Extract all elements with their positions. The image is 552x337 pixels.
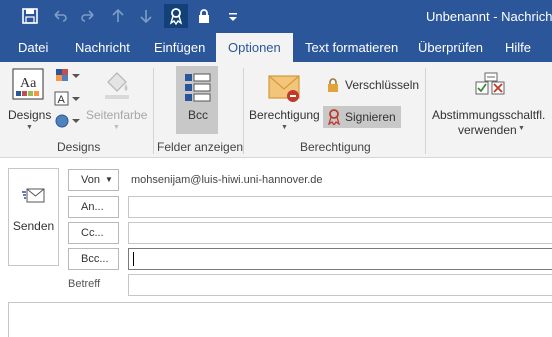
page-color-caret: ▼ xyxy=(113,124,120,131)
permission-label: Berechtigung xyxy=(249,108,320,122)
arrow-up-icon[interactable] xyxy=(106,4,130,28)
voting-buttons-button[interactable]: Abstimmungsschaltfl. verwenden ▼ xyxy=(430,66,552,137)
send-button[interactable]: Senden xyxy=(8,168,59,266)
ribbon: Aa Designs ▼ A Seitenfarbe ▼ Designs Bcc… xyxy=(0,62,552,158)
colors-button[interactable] xyxy=(54,68,82,86)
customize-icon[interactable] xyxy=(221,4,245,28)
title-bar: Unbenannt - Nachricht xyxy=(0,0,552,33)
certificate-ribbon-icon xyxy=(328,109,340,125)
subject-label: Betreff xyxy=(68,278,101,290)
ribbon-icon[interactable] xyxy=(164,4,188,28)
tab-hilfe[interactable]: Hilfe xyxy=(505,33,531,62)
to-field[interactable] xyxy=(128,196,552,218)
voting-caret: ▼ xyxy=(518,125,525,132)
subject-field[interactable] xyxy=(128,274,552,296)
effects-icon xyxy=(55,114,80,128)
text-cursor xyxy=(133,252,134,266)
fonts-icon: A xyxy=(54,91,80,106)
cc-button[interactable]: Cc... xyxy=(68,222,119,244)
tab-datei[interactable]: Datei xyxy=(18,33,48,62)
to-label: An... xyxy=(81,201,104,213)
redo-icon[interactable] xyxy=(76,4,100,28)
arrow-down-icon[interactable] xyxy=(134,4,158,28)
undo-icon[interactable] xyxy=(48,4,72,28)
from-label: Von xyxy=(81,174,100,186)
tab-nachricht[interactable]: Nachricht xyxy=(75,33,130,62)
bcc-button[interactable]: Bcc... xyxy=(68,248,119,270)
page-color-button[interactable]: Seitenfarbe ▼ xyxy=(86,66,148,132)
ribbon-tabs: Datei Nachricht Einfügen Optionen Text f… xyxy=(0,33,552,62)
tab-text-formatieren[interactable]: Text formatieren xyxy=(305,33,398,62)
from-button[interactable]: Von ▼ xyxy=(68,169,119,191)
voting-icon xyxy=(475,72,505,95)
svg-text:Aa: Aa xyxy=(20,76,37,91)
group-separator xyxy=(425,68,426,154)
send-envelope-icon xyxy=(22,188,45,203)
window-title: Unbenannt - Nachricht xyxy=(426,9,552,24)
effects-button[interactable] xyxy=(54,113,82,131)
fields-group-label: Felder anzeigen xyxy=(157,140,244,154)
paint-bucket-icon xyxy=(105,72,129,99)
designs-button[interactable]: Aa Designs ▼ xyxy=(8,66,52,132)
send-label: Senden xyxy=(12,219,55,233)
tab-optionen[interactable]: Optionen xyxy=(216,33,293,62)
permission-caret: ▼ xyxy=(281,124,288,131)
bcc-toggle-button[interactable]: Bcc xyxy=(176,66,218,134)
colors-icon xyxy=(56,69,80,81)
encrypt-button[interactable]: Verschlüsseln xyxy=(325,76,445,96)
from-address: mohsenijam@luis-hiwi.uni-hannover.de xyxy=(131,174,323,186)
designs-label: Designs xyxy=(8,108,52,122)
cc-label: Cc... xyxy=(81,227,104,239)
group-separator xyxy=(243,68,244,154)
voting-label-line2: verwenden xyxy=(458,123,517,137)
bcc-label: Bcc... xyxy=(81,253,109,265)
permission-envelope-icon xyxy=(268,75,300,102)
tab-ueberpruefen[interactable]: Überprüfen xyxy=(418,33,483,62)
encrypt-label: Verschlüsseln xyxy=(345,78,420,92)
bcc-toggle-label: Bcc xyxy=(188,108,209,122)
permission-button[interactable]: Berechtigung ▼ xyxy=(247,66,321,136)
bcc-icon xyxy=(185,73,211,102)
group-separator xyxy=(153,68,154,154)
page-color-label: Seitenfarbe xyxy=(86,108,148,122)
designs-icon: Aa xyxy=(12,68,44,100)
padlock-icon xyxy=(328,78,338,92)
voting-label-line1: Abstimmungsschaltfl. xyxy=(432,108,546,122)
bcc-field[interactable] xyxy=(128,248,552,270)
sign-label: Signieren xyxy=(345,110,396,124)
designs-caret: ▼ xyxy=(26,124,33,131)
permission-group-label: Berechtigung xyxy=(300,140,371,154)
tab-einfuegen[interactable]: Einfügen xyxy=(154,33,205,62)
to-button[interactable]: An... xyxy=(68,196,119,218)
fonts-button[interactable]: A xyxy=(54,91,82,109)
svg-text:A: A xyxy=(58,94,66,106)
message-body[interactable] xyxy=(8,302,552,337)
from-caret-icon: ▼ xyxy=(105,175,113,184)
cc-field[interactable] xyxy=(128,222,552,244)
lock-icon[interactable] xyxy=(192,4,216,28)
designs-group-label: Designs xyxy=(57,140,101,154)
sign-button[interactable]: Signieren xyxy=(323,106,401,128)
save-icon[interactable] xyxy=(18,4,42,28)
